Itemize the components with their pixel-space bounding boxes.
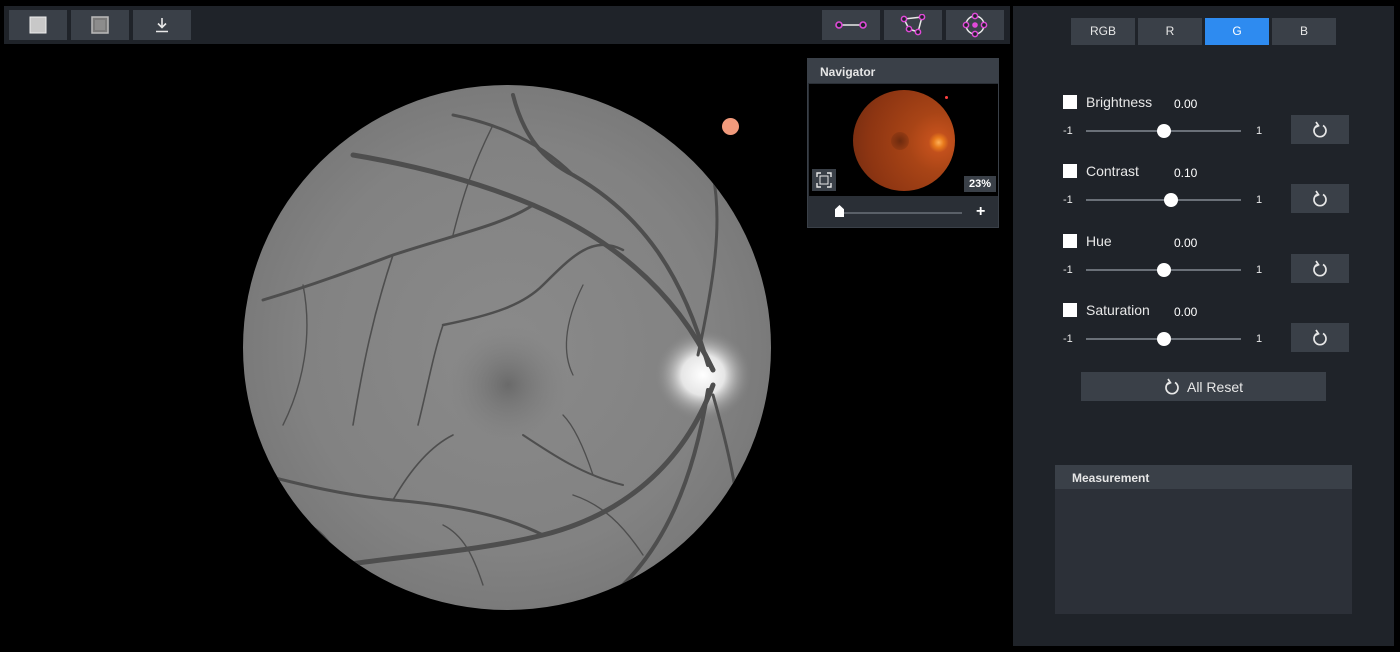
all-reset-button[interactable]: All Reset: [1081, 372, 1326, 401]
navigator-fovea: [891, 132, 909, 150]
all-reset-label: All Reset: [1186, 378, 1244, 395]
reset-icon: [1313, 260, 1327, 277]
fundus-image: [243, 85, 771, 610]
square-solid-icon: [29, 16, 47, 34]
reset-icon: [1165, 378, 1179, 395]
solid-square-tool-button[interactable]: [9, 10, 67, 40]
navigator-viewport-marker: [945, 96, 948, 99]
hue-slider-knob[interactable]: [1156, 263, 1171, 277]
brightness-checkbox[interactable]: [1063, 95, 1077, 109]
contrast-label: Contrast: [1086, 163, 1139, 179]
brightness-label: Brightness: [1086, 94, 1153, 110]
brightness-control: Brightness 0.00 -1 1: [1063, 94, 1353, 155]
framed-square-tool-button[interactable]: [71, 10, 129, 40]
contrast-max: 1: [1256, 194, 1263, 206]
contrast-slider-knob[interactable]: [1164, 193, 1179, 207]
reset-icon: [1313, 121, 1327, 138]
hue-value: 0.00: [1174, 236, 1198, 250]
tab-channel-rgb[interactable]: RGB: [1071, 18, 1135, 45]
download-button[interactable]: [133, 10, 191, 40]
navigator-title: Navigator: [808, 59, 998, 83]
saturation-max: 1: [1256, 333, 1263, 345]
download-icon: [156, 18, 168, 33]
circle-measure-button[interactable]: [946, 10, 1004, 40]
navigator-thumbnail[interactable]: 23%: [809, 84, 998, 196]
hue-control: Hue 0.00 -1 1: [1063, 233, 1353, 294]
brightness-slider-knob[interactable]: [1156, 124, 1171, 138]
navigator-panel: Navigator 23% +: [807, 58, 999, 228]
hue-min: -1: [1063, 264, 1073, 276]
saturation-checkbox[interactable]: [1063, 303, 1077, 317]
line-measure-button[interactable]: [822, 10, 880, 40]
line-measure-icon: [835, 21, 867, 29]
polygon-measure-button[interactable]: [884, 10, 942, 40]
saturation-slider-knob[interactable]: [1156, 332, 1171, 346]
saturation-min: -1: [1063, 333, 1073, 345]
zoom-slider-thumb[interactable]: [835, 205, 844, 217]
tab-channel-g[interactable]: G: [1205, 18, 1269, 45]
tab-channel-r[interactable]: R: [1138, 18, 1202, 45]
hue-max: 1: [1256, 264, 1263, 276]
zoom-in-button[interactable]: +: [976, 203, 985, 221]
saturation-value: 0.00: [1174, 305, 1198, 319]
brightness-reset-button[interactable]: [1291, 115, 1349, 144]
measurement-title: Measurement: [1055, 465, 1352, 489]
square-framed-icon: [91, 16, 109, 34]
hue-label: Hue: [1086, 233, 1112, 249]
navigator-zoom-level: 23%: [964, 176, 996, 192]
hue-reset-button[interactable]: [1291, 254, 1349, 283]
circle-measure-icon: [962, 12, 988, 38]
contrast-value: 0.10: [1174, 166, 1198, 180]
retina-vessels: [261, 93, 751, 610]
contrast-control: Contrast 0.10 -1 1: [1063, 163, 1353, 224]
app-root: Navigator 23% + RGB R G B Brightness 0.0…: [0, 0, 1400, 652]
contrast-checkbox[interactable]: [1063, 164, 1077, 178]
hue-checkbox[interactable]: [1063, 234, 1077, 248]
reset-icon: [1313, 329, 1327, 346]
brightness-value: 0.00: [1174, 97, 1198, 111]
fit-screen-icon: [816, 172, 832, 188]
saturation-control: Saturation 0.00 -1 1: [1063, 302, 1353, 363]
measurement-panel: Measurement: [1055, 465, 1352, 614]
polygon-measure-icon: [900, 14, 926, 36]
adjustment-panel: RGB R G B Brightness 0.00 -1 1 Contrast …: [1013, 6, 1394, 646]
contrast-min: -1: [1063, 194, 1073, 206]
top-toolbar: [4, 6, 1010, 44]
fit-to-screen-button[interactable]: [812, 169, 836, 191]
saturation-reset-button[interactable]: [1291, 323, 1349, 352]
annotation-marker[interactable]: [722, 118, 739, 135]
channel-tabs: RGB R G B: [1071, 18, 1336, 45]
contrast-reset-button[interactable]: [1291, 184, 1349, 213]
zoom-slider-track[interactable]: [838, 212, 962, 214]
reset-icon: [1313, 190, 1327, 207]
brightness-max: 1: [1256, 125, 1263, 137]
navigator-fundus-thumbnail: [853, 90, 955, 191]
brightness-min: -1: [1063, 125, 1073, 137]
navigator-zoom-slider: +: [808, 199, 998, 227]
saturation-label: Saturation: [1086, 302, 1150, 318]
tab-channel-b[interactable]: B: [1272, 18, 1336, 45]
